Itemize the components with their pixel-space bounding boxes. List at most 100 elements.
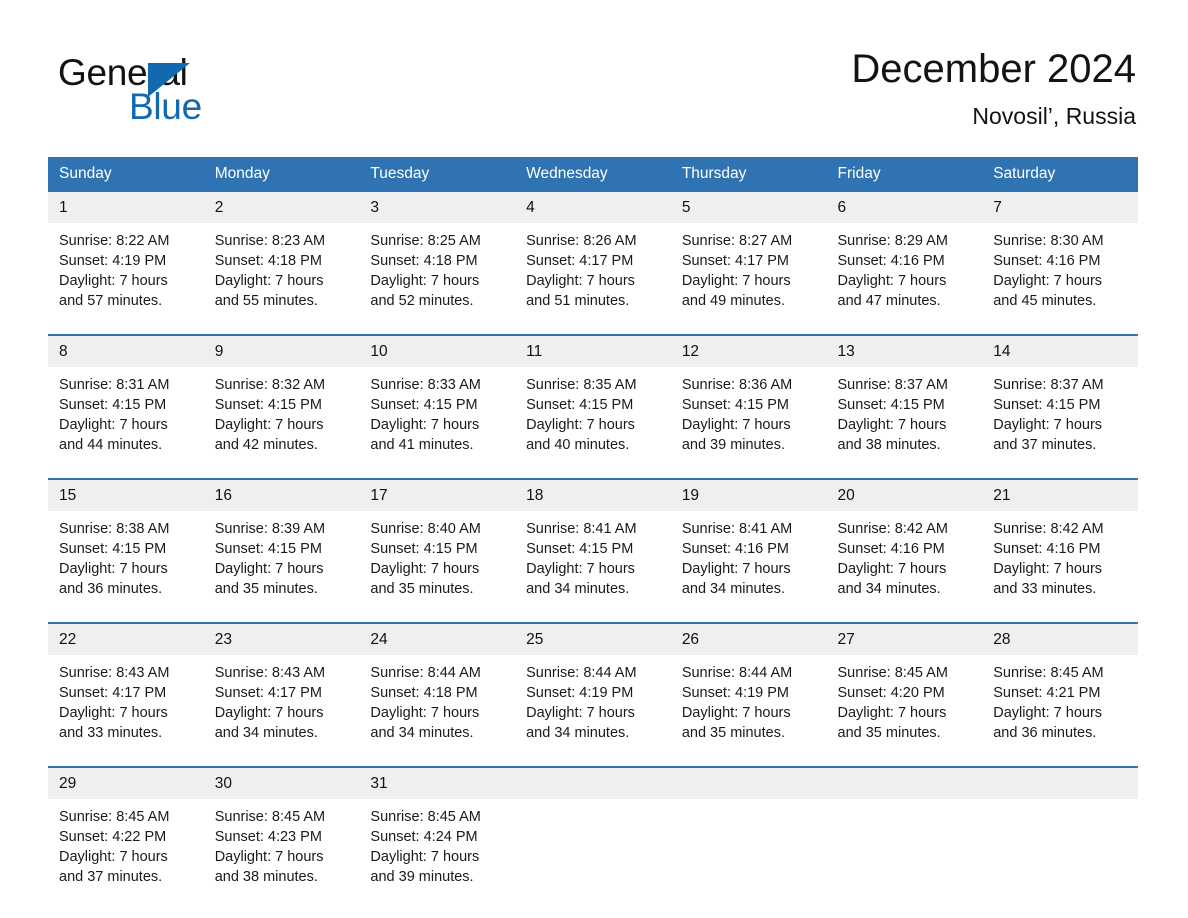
day-cell-25[interactable]: 25: [515, 624, 671, 655]
day-detail-text-30: Sunrise: 8:45 AM Sunset: 4:23 PM Dayligh…: [214, 809, 326, 886]
day-detail-4: Sunrise: 8:26 AM Sunset: 4:17 PM Dayligh…: [515, 223, 671, 321]
calendar-page: General Blue December 2024 Novosil’, Rus…: [0, 0, 1188, 918]
day-detail-28: Sunrise: 8:45 AM Sunset: 4:21 PM Dayligh…: [982, 655, 1138, 753]
day-detail-text-10: Sunrise: 8:33 AM Sunset: 4:15 PM Dayligh…: [370, 377, 481, 454]
day-cell-7[interactable]: 7: [982, 192, 1138, 223]
day-detail-text-18: Sunrise: 8:41 AM Sunset: 4:15 PM Dayligh…: [526, 521, 637, 598]
day-detail-29: Sunrise: 8:45 AM Sunset: 4:22 PM Dayligh…: [48, 799, 204, 897]
day-detail-text-4: Sunrise: 8:26 AM Sunset: 4:17 PM Dayligh…: [526, 233, 637, 310]
day-detail-empty-3: [826, 799, 983, 897]
day-cell-23[interactable]: 23: [203, 624, 360, 655]
weekday-header-saturday: Saturday: [982, 157, 1138, 192]
day-detail-text-7: Sunrise: 8:30 AM Sunset: 4:16 PM Dayligh…: [993, 233, 1104, 310]
day-cell-22[interactable]: 22: [48, 624, 204, 655]
day-detail-24: Sunrise: 8:44 AM Sunset: 4:18 PM Dayligh…: [359, 655, 516, 753]
weekday-header-wednesday: Wednesday: [515, 157, 671, 192]
day-detail-14: Sunrise: 8:37 AM Sunset: 4:15 PM Dayligh…: [982, 367, 1138, 465]
day-cell-21[interactable]: 21: [982, 480, 1138, 511]
day-detail-8: Sunrise: 8:31 AM Sunset: 4:15 PM Dayligh…: [48, 367, 204, 465]
week-4-details: Sunrise: 8:43 AM Sunset: 4:17 PM Dayligh…: [48, 655, 1138, 753]
day-cell-30[interactable]: 30: [203, 768, 360, 799]
week-5-daynumbers: 29 30 31: [48, 768, 1138, 799]
calendar-body: 1 2 3 4 5 6 7 Sunrise: 8:22 AM Sunset: 4…: [48, 192, 1138, 897]
day-detail-text-25: Sunrise: 8:44 AM Sunset: 4:19 PM Dayligh…: [526, 665, 637, 742]
general-blue-logo[interactable]: General Blue: [58, 52, 318, 127]
day-detail-text-17: Sunrise: 8:40 AM Sunset: 4:15 PM Dayligh…: [370, 521, 481, 598]
day-cell-26[interactable]: 26: [670, 624, 827, 655]
day-detail-text-22: Sunrise: 8:43 AM Sunset: 4:17 PM Dayligh…: [59, 665, 170, 742]
day-detail-20: Sunrise: 8:42 AM Sunset: 4:16 PM Dayligh…: [826, 511, 983, 609]
day-cell-24[interactable]: 24: [359, 624, 516, 655]
day-cell-18[interactable]: 18: [515, 480, 671, 511]
day-cell-27[interactable]: 27: [826, 624, 983, 655]
day-detail-5: Sunrise: 8:27 AM Sunset: 4:17 PM Dayligh…: [670, 223, 827, 321]
week-3-details: Sunrise: 8:38 AM Sunset: 4:15 PM Dayligh…: [48, 511, 1138, 609]
day-cell-empty-1: [515, 768, 671, 799]
day-detail-11: Sunrise: 8:35 AM Sunset: 4:15 PM Dayligh…: [515, 367, 671, 465]
day-cell-2[interactable]: 2: [203, 192, 360, 223]
day-detail-12: Sunrise: 8:36 AM Sunset: 4:15 PM Dayligh…: [670, 367, 827, 465]
weekday-header-thursday: Thursday: [670, 157, 827, 192]
day-cell-6[interactable]: 6: [826, 192, 983, 223]
day-detail-empty-2: [670, 799, 827, 897]
weekday-header-row: Sunday Monday Tuesday Wednesday Thursday…: [48, 157, 1138, 192]
logo-text-blue: Blue: [129, 86, 202, 127]
day-detail-text-16: Sunrise: 8:39 AM Sunset: 4:15 PM Dayligh…: [214, 521, 326, 598]
day-detail-text-20: Sunrise: 8:42 AM Sunset: 4:16 PM Dayligh…: [837, 521, 948, 598]
day-cell-3[interactable]: 3: [359, 192, 516, 223]
week-1-details: Sunrise: 8:22 AM Sunset: 4:19 PM Dayligh…: [48, 223, 1138, 321]
day-detail-text-27: Sunrise: 8:45 AM Sunset: 4:20 PM Dayligh…: [837, 665, 948, 742]
day-detail-1: Sunrise: 8:22 AM Sunset: 4:19 PM Dayligh…: [48, 223, 204, 321]
day-detail-text-21: Sunrise: 8:42 AM Sunset: 4:16 PM Dayligh…: [993, 521, 1104, 598]
day-cell-4[interactable]: 4: [515, 192, 671, 223]
day-cell-19[interactable]: 19: [670, 480, 827, 511]
day-cell-17[interactable]: 17: [359, 480, 516, 511]
day-cell-11[interactable]: 11: [515, 336, 671, 367]
day-detail-2: Sunrise: 8:23 AM Sunset: 4:18 PM Dayligh…: [203, 223, 360, 321]
day-cell-8[interactable]: 8: [48, 336, 204, 367]
day-cell-16[interactable]: 16: [203, 480, 360, 511]
day-detail-16: Sunrise: 8:39 AM Sunset: 4:15 PM Dayligh…: [203, 511, 360, 609]
day-detail-text-31: Sunrise: 8:45 AM Sunset: 4:24 PM Dayligh…: [370, 809, 481, 886]
day-detail-7: Sunrise: 8:30 AM Sunset: 4:16 PM Dayligh…: [982, 223, 1138, 321]
day-cell-1[interactable]: 1: [48, 192, 204, 223]
day-detail-text-3: Sunrise: 8:25 AM Sunset: 4:18 PM Dayligh…: [370, 233, 481, 310]
week-1-daynumbers: 1 2 3 4 5 6 7: [48, 192, 1138, 223]
day-cell-13[interactable]: 13: [826, 336, 983, 367]
day-cell-14[interactable]: 14: [982, 336, 1138, 367]
day-cell-5[interactable]: 5: [670, 192, 827, 223]
page-title: December 2024: [851, 47, 1136, 91]
day-cell-20[interactable]: 20: [826, 480, 983, 511]
day-detail-text-29: Sunrise: 8:45 AM Sunset: 4:22 PM Dayligh…: [59, 809, 170, 886]
day-cell-9[interactable]: 9: [203, 336, 360, 367]
day-detail-30: Sunrise: 8:45 AM Sunset: 4:23 PM Dayligh…: [203, 799, 360, 897]
day-detail-text-5: Sunrise: 8:27 AM Sunset: 4:17 PM Dayligh…: [681, 233, 793, 310]
day-cell-10[interactable]: 10: [359, 336, 516, 367]
day-cell-empty-3: [826, 768, 983, 799]
day-detail-31: Sunrise: 8:45 AM Sunset: 4:24 PM Dayligh…: [359, 799, 516, 897]
day-detail-text-28: Sunrise: 8:45 AM Sunset: 4:21 PM Dayligh…: [993, 665, 1104, 742]
day-detail-text-1: Sunrise: 8:22 AM Sunset: 4:19 PM Dayligh…: [59, 233, 170, 310]
day-detail-text-13: Sunrise: 8:37 AM Sunset: 4:15 PM Dayligh…: [837, 377, 948, 454]
day-cell-empty-2: [670, 768, 827, 799]
week-spacer-4: [48, 753, 1138, 766]
day-detail-17: Sunrise: 8:40 AM Sunset: 4:15 PM Dayligh…: [359, 511, 516, 609]
day-detail-text-6: Sunrise: 8:29 AM Sunset: 4:16 PM Dayligh…: [837, 233, 948, 310]
day-cell-15[interactable]: 15: [48, 480, 204, 511]
day-detail-text-23: Sunrise: 8:43 AM Sunset: 4:17 PM Dayligh…: [214, 665, 326, 742]
week-2-details: Sunrise: 8:31 AM Sunset: 4:15 PM Dayligh…: [48, 367, 1138, 465]
weekday-header-tuesday: Tuesday: [359, 157, 516, 192]
day-detail-text-11: Sunrise: 8:35 AM Sunset: 4:15 PM Dayligh…: [526, 377, 637, 454]
day-cell-28[interactable]: 28: [982, 624, 1138, 655]
weekday-header-friday: Friday: [826, 157, 983, 192]
day-detail-text-15: Sunrise: 8:38 AM Sunset: 4:15 PM Dayligh…: [59, 521, 170, 598]
day-cell-29[interactable]: 29: [48, 768, 204, 799]
day-cell-12[interactable]: 12: [670, 336, 827, 367]
day-detail-text-24: Sunrise: 8:44 AM Sunset: 4:18 PM Dayligh…: [370, 665, 481, 742]
day-detail-text-14: Sunrise: 8:37 AM Sunset: 4:15 PM Dayligh…: [993, 377, 1104, 454]
day-cell-empty-4: [982, 768, 1138, 799]
day-detail-text-9: Sunrise: 8:32 AM Sunset: 4:15 PM Dayligh…: [214, 377, 326, 454]
weekday-header-monday: Monday: [203, 157, 360, 192]
day-cell-31[interactable]: 31: [359, 768, 516, 799]
week-3-daynumbers: 15 16 17 18 19 20 21: [48, 480, 1138, 511]
